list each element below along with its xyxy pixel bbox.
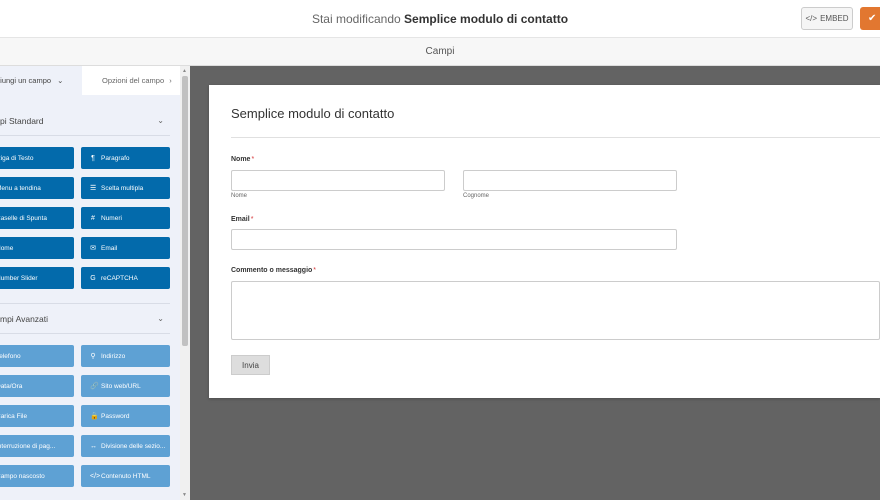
tab-field-options[interactable]: Opzioni del campo ›: [82, 66, 180, 95]
last-name-sublabel: Cognome: [463, 193, 490, 199]
form-name: Semplice modulo di contatto: [404, 12, 569, 26]
scroll-down-arrow-icon[interactable]: ▼: [182, 492, 187, 498]
message-textarea[interactable]: [231, 281, 880, 340]
chevron-down-icon: ⌄: [157, 116, 164, 125]
field-button-advanced-6[interactable]: ⎘Interruzione di pag...: [0, 435, 74, 457]
scroll-up-arrow-icon[interactable]: ▲: [182, 68, 187, 74]
field-button-label: Interruzione di pag...: [0, 442, 56, 450]
tab-add-field-label: giungi un campo: [0, 76, 52, 85]
first-name-input[interactable]: [231, 170, 445, 191]
sidebar-tabs: giungi un campo ⌄ Opzioni del campo ›: [0, 66, 180, 95]
required-mark: *: [313, 267, 317, 274]
field-button-label: Menu a tendina: [0, 184, 41, 192]
field-button-advanced-4[interactable]: ⇪Carica File: [0, 405, 74, 427]
field-button-advanced-9[interactable]: </> Contenuto HTML: [81, 465, 170, 487]
field-button-standard-2[interactable]: ▾Menu a tendina: [0, 177, 74, 199]
list-icon: ☰: [90, 185, 97, 192]
name-field-label: Nome*: [231, 156, 255, 163]
field-button-standard-9[interactable]: GreCAPTCHA: [81, 267, 170, 289]
field-button-label: Riga di Testo: [0, 154, 34, 162]
divider: [0, 333, 170, 334]
chevron-down-icon: ⌄: [157, 314, 164, 323]
field-button-label: Nome: [0, 244, 14, 252]
field-button-label: Indirizzo: [101, 352, 126, 360]
form-preview[interactable]: Semplice modulo di contatto Nome* Nome C…: [209, 85, 880, 398]
field-button-standard-1[interactable]: ¶ Paragrafo: [81, 147, 170, 169]
field-button-advanced-2[interactable]: ▦Data/Ora: [0, 375, 74, 397]
field-button-label: Telefono: [0, 352, 21, 360]
editing-title: Stai modificando Semplice modulo di cont…: [0, 12, 880, 26]
required-mark: *: [251, 156, 255, 163]
section-advanced-title: mpi Avanzati: [0, 314, 49, 324]
check-icon: ✔: [868, 13, 877, 24]
fields-sidebar: giungi un campo ⌄ Opzioni del campo › pi…: [0, 66, 190, 500]
field-button-standard-8[interactable]: ≡Number Slider: [0, 267, 74, 289]
code-icon: </>: [90, 472, 101, 480]
field-button-advanced-0[interactable]: ✆Telefono: [0, 345, 74, 367]
field-button-label: Numeri: [101, 214, 122, 222]
field-button-standard-3[interactable]: ☰ Scelta multipla: [81, 177, 170, 199]
last-name-input[interactable]: [463, 170, 677, 191]
field-button-advanced-8[interactable]: ◌Campo nascosto: [0, 465, 74, 487]
chevron-right-icon: ›: [169, 76, 172, 85]
hash-icon: #: [91, 214, 95, 222]
panel-title-bar: Campi: [0, 38, 880, 66]
lock-icon: 🔒: [90, 413, 99, 420]
submit-button[interactable]: Invia: [231, 355, 270, 375]
field-button-label: Password: [101, 412, 130, 420]
editing-prefix: Stai modificando: [311, 12, 401, 26]
field-button-standard-5[interactable]: # Numeri: [81, 207, 170, 229]
field-button-label: Email: [101, 244, 118, 252]
field-button-label: Paragrafo: [101, 154, 130, 162]
top-bar: Stai modificando Semplice modulo di cont…: [0, 0, 880, 38]
tab-field-options-label: Opzioni del campo: [102, 76, 165, 85]
field-button-label: Contenuto HTML: [101, 472, 151, 480]
field-button-label: reCAPTCHA: [101, 274, 138, 282]
code-icon: </>: [805, 14, 818, 23]
paragraph-icon: ¶: [91, 154, 95, 162]
envelope-icon: ✉: [90, 245, 96, 252]
email-input[interactable]: [231, 229, 677, 250]
first-name-sublabel: Nome: [231, 193, 248, 199]
link-icon: 🔗: [90, 383, 99, 390]
field-button-standard-6[interactable]: ▪Nome: [0, 237, 74, 259]
field-button-advanced-1[interactable]: ⚲ Indirizzo: [81, 345, 170, 367]
field-button-label: Data/Ora: [0, 382, 23, 390]
required-mark: *: [250, 216, 254, 223]
google-icon: G: [90, 274, 96, 282]
divider: [231, 137, 880, 138]
field-button-label: Number Slider: [0, 274, 38, 282]
scrollbar-thumb[interactable]: [182, 76, 188, 346]
field-button-advanced-5[interactable]: 🔒 Password: [81, 405, 170, 427]
field-button-label: Scelta multipla: [101, 184, 144, 192]
section-standard-header[interactable]: pi Standard ⌄: [0, 116, 170, 126]
chevron-down-icon: ⌄: [57, 76, 64, 85]
embed-button[interactable]: </> EMBED: [801, 7, 853, 30]
tab-add-field[interactable]: giungi un campo ⌄: [0, 66, 82, 95]
field-button-standard-0[interactable]: ⊏Riga di Testo: [0, 147, 74, 169]
field-button-advanced-7[interactable]: ↔ Divisione delle sezio...: [81, 435, 170, 457]
panel-title: Campi: [425, 46, 455, 57]
email-field-label: Email*: [231, 216, 254, 223]
map-marker-icon: ⚲: [90, 353, 96, 360]
section-advanced-header[interactable]: mpi Avanzati ⌄: [0, 314, 170, 324]
field-button-label: Carica File: [0, 412, 28, 420]
field-button-label: Campo nascosto: [0, 472, 45, 480]
field-button-advanced-3[interactable]: 🔗 Sito web/URL: [81, 375, 170, 397]
field-button-standard-4[interactable]: ☑Caselle di Spunta: [0, 207, 74, 229]
form-title: Semplice modulo di contatto: [231, 106, 395, 121]
field-button-label: Caselle di Spunta: [0, 214, 47, 222]
divider-icon: ↔: [90, 442, 97, 450]
embed-button-label: EMBED: [820, 14, 849, 23]
message-field-label: Commento o messaggio*: [231, 267, 317, 274]
field-button-standard-7[interactable]: ✉ Email: [81, 237, 170, 259]
divider: [0, 135, 170, 136]
divider: [0, 303, 170, 304]
field-button-label: Sito web/URL: [101, 382, 141, 390]
field-button-label: Divisione delle sezio...: [101, 442, 166, 450]
section-standard-title: pi Standard: [0, 116, 44, 126]
save-button[interactable]: ✔: [860, 7, 880, 30]
